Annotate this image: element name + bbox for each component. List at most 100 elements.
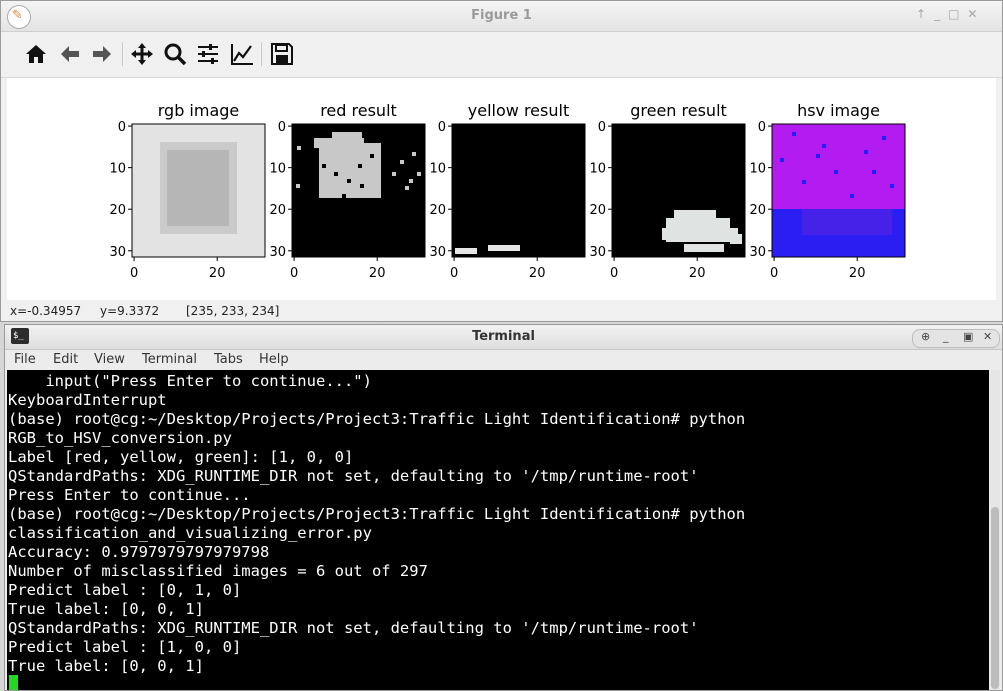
subplots-icon[interactable] <box>195 41 221 67</box>
window-controls[interactable]: ⊕ _ ▣ ✕ <box>912 329 1000 348</box>
subplot-4: hsv image 0 10 20 30 0 20 <box>749 101 906 281</box>
hsv-dot <box>864 150 868 154</box>
subplot-3: green result 0 10 20 30 0 20 <box>589 101 746 281</box>
close-icon[interactable]: ✕ <box>967 7 985 21</box>
mask-hole <box>347 179 351 183</box>
hsv-dot <box>872 170 876 174</box>
x-tick-label: 20 <box>689 266 706 281</box>
mask-region <box>319 143 381 198</box>
figure-titlebar[interactable]: ✎ Figure 1 ↑_□✕ <box>1 1 1002 32</box>
menu-terminal[interactable]: Terminal <box>142 352 197 367</box>
zoom-icon[interactable] <box>162 41 188 67</box>
image-content <box>132 124 265 257</box>
axes-title: rgb image <box>158 101 240 120</box>
y-tick-label: 20 <box>749 203 766 218</box>
text-cursor <box>9 675 18 690</box>
minimize-icon[interactable]: _ <box>934 7 948 21</box>
maximize-icon[interactable]: □ <box>948 7 967 21</box>
home-icon[interactable] <box>23 41 49 67</box>
minimize-icon[interactable]: _ <box>943 330 949 343</box>
y-tick-label: 20 <box>589 203 606 218</box>
x-tick-label: 20 <box>849 266 866 281</box>
figure-toolbar <box>1 32 1002 78</box>
terminal-line: (base) root@cg:~/Desktop/Projects/Projec… <box>8 505 746 523</box>
back-arrow-icon[interactable] <box>57 41 83 67</box>
y-tick-label: 20 <box>429 203 446 218</box>
mask-region <box>674 210 716 218</box>
terminal-line: (base) root@cg:~/Desktop/Projects/Projec… <box>8 410 746 428</box>
terminal-line: QStandardPaths: XDG_RUNTIME_DIR not set,… <box>8 619 699 637</box>
mask-region <box>488 245 520 251</box>
y-tick-label: 10 <box>589 162 606 177</box>
y-tick-label: 30 <box>589 245 606 260</box>
mask-hole <box>370 154 374 158</box>
axes-title: hsv image <box>797 101 880 120</box>
menu-edit[interactable]: Edit <box>53 352 78 367</box>
mask-speck <box>412 152 416 156</box>
menu-view[interactable]: View <box>94 352 125 367</box>
terminal-line: QStandardPaths: XDG_RUNTIME_DIR not set,… <box>8 467 699 485</box>
y-tick-label: 10 <box>269 162 286 177</box>
window-title: Figure 1 <box>471 8 532 23</box>
hsv-dot <box>792 132 796 136</box>
cursor-x-readout: x=-0.34957 <box>10 304 82 318</box>
terminal-line: True label: [0, 0, 1] <box>8 600 204 618</box>
mask-region <box>332 132 362 140</box>
y-tick-label: 30 <box>269 245 286 260</box>
terminal-line: input("Press Enter to continue...") <box>8 372 372 390</box>
hsv-dot <box>897 210 901 214</box>
hsv-dot <box>882 136 886 140</box>
axes-title: green result <box>630 101 727 120</box>
scrollbar-thumb[interactable] <box>991 507 999 689</box>
figure-window: ✎ Figure 1 ↑_□✕ rgb image 0 10 20 30 0 20 red r… <box>0 0 1003 322</box>
shade-icon[interactable]: ⊕ <box>921 330 930 343</box>
status-bar: x=-0.34957 y=9.3372 [235, 233, 234] <box>1 301 1002 321</box>
menu-file[interactable]: File <box>14 352 36 367</box>
terminal-titlebar[interactable]: $_ Terminal ⊕ _ ▣ ✕ <box>5 325 1002 350</box>
image-content <box>452 124 585 257</box>
x-tick-label: 0 <box>610 266 618 281</box>
y-tick-label: 10 <box>749 162 766 177</box>
y-tick-label: 30 <box>429 245 446 260</box>
y-tick-label: 0 <box>758 120 766 135</box>
subplots: rgb image01020300 20red result01020300 20y… <box>109 101 906 281</box>
y-tick-label: 20 <box>269 203 286 218</box>
menu-help[interactable]: Help <box>259 352 289 367</box>
hsv-dot <box>822 144 826 148</box>
mask-speck <box>409 179 413 183</box>
x-tick-label: 20 <box>209 266 226 281</box>
mask-hole <box>342 194 346 198</box>
window-title: Terminal <box>472 329 535 344</box>
mask-speck <box>405 186 409 190</box>
terminal-window: $_ Terminal ⊕ _ ▣ ✕ File Edit View Termi… <box>4 324 1003 691</box>
pan-icon[interactable] <box>129 41 155 67</box>
x-tick-label: 0 <box>130 266 138 281</box>
y-tick-label: 10 <box>109 162 126 177</box>
window-controls[interactable]: ↑_□✕ <box>916 7 985 21</box>
terminal-line: Press Enter to continue... <box>8 486 251 504</box>
y-tick-label: 30 <box>109 245 126 260</box>
maximize-icon[interactable]: ▣ <box>963 330 973 343</box>
y-tick-label: 0 <box>438 120 446 135</box>
terminal-output[interactable]: input("Press Enter to continue...") Keyb… <box>7 370 989 690</box>
hsv-dot <box>816 154 820 158</box>
cursor-y-readout: y=9.3372 <box>100 304 160 318</box>
hsv-dot <box>780 158 784 162</box>
hsv-dot <box>890 184 894 188</box>
forward-arrow-icon[interactable] <box>89 41 115 67</box>
shade-icon[interactable]: ↑ <box>916 7 934 21</box>
subplot-1: red result 0 10 20 30 0 20 <box>269 101 426 281</box>
terminal-line: RGB_to_HSV_conversion.py <box>8 429 232 447</box>
x-tick-label: 0 <box>770 266 778 281</box>
terminal-text: input("Press Enter to continue...") Keyb… <box>8 372 745 676</box>
menu-tabs[interactable]: Tabs <box>214 352 243 367</box>
terminal-line: Accuracy: 0.9797979797979798 <box>8 543 270 561</box>
axes-edit-icon[interactable] <box>229 41 255 67</box>
save-icon[interactable] <box>269 41 295 67</box>
x-tick-label: 20 <box>369 266 386 281</box>
terminal-menubar: File Edit View Terminal Tabs Help <box>5 350 1002 370</box>
figure-canvas[interactable]: rgb image 0 10 20 30 0 20 red result 0 10 20 30 0 20 y… <box>7 78 996 300</box>
close-icon[interactable]: ✕ <box>983 330 992 343</box>
mask-speck <box>392 172 396 176</box>
image-content <box>292 124 425 257</box>
